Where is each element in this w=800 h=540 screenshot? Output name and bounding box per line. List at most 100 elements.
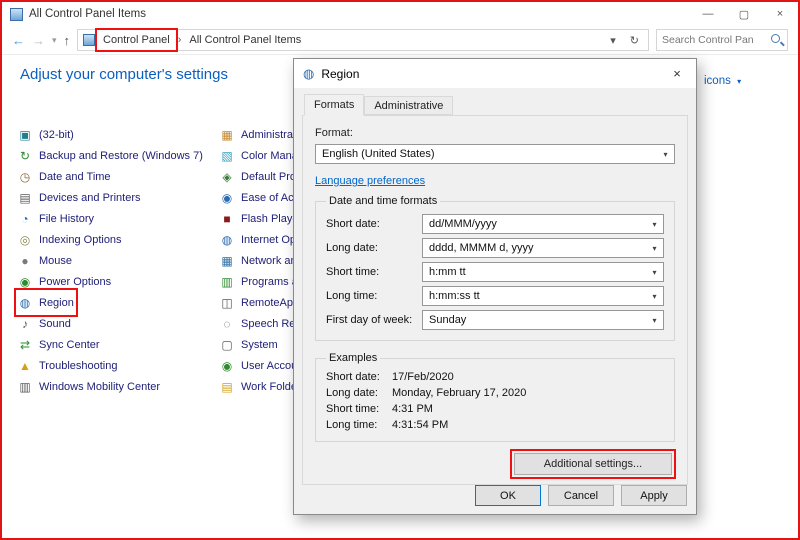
region-dialog-icon: ◍ xyxy=(303,67,314,80)
breadcrumb-current[interactable]: All Control Panel Items xyxy=(187,34,303,46)
window-titlebar: All Control Panel Items — ▢ × xyxy=(2,2,798,26)
item-sound[interactable]: ♪ Sound xyxy=(18,313,71,334)
item-label: Administrati xyxy=(241,129,298,141)
troubleshooting-icon: ▲ xyxy=(18,360,32,372)
control-panel-icon xyxy=(83,34,95,46)
ok-button[interactable]: OK xyxy=(475,485,541,506)
language-preferences-link[interactable]: Language preferences xyxy=(315,175,425,187)
short-time-label: Short time: xyxy=(326,266,422,278)
first-day-label: First day of week: xyxy=(326,314,422,326)
item-programs-features[interactable]: ▥ Programs an xyxy=(220,271,304,292)
item-administrative-tools[interactable]: ▦ Administrati xyxy=(220,124,298,145)
combobox-value: dd/MMM/yyyy xyxy=(423,218,646,230)
item-backup-restore[interactable]: ↻ Backup and Restore (Windows 7) xyxy=(18,145,203,166)
search-icon[interactable] xyxy=(769,32,785,48)
format-label: Format: xyxy=(315,127,675,139)
view-by-control[interactable]: icons ▾ xyxy=(704,75,741,87)
item-user-accounts[interactable]: ◉ User Accou xyxy=(220,355,297,376)
item-work-folders[interactable]: ▤ Work Folder xyxy=(220,376,301,397)
item-label: RemoteApp xyxy=(241,297,299,309)
item-label: File History xyxy=(39,213,94,225)
breadcrumb-separator: › xyxy=(178,34,182,46)
item-date-time[interactable]: ◷ Date and Time xyxy=(18,166,111,187)
short-time-combobox[interactable]: h:mm tt ▾ xyxy=(422,262,664,282)
item-default-programs[interactable]: ◈ Default Prog xyxy=(220,166,302,187)
examples-group: Examples Short date: 17/Feb/2020 Long da… xyxy=(315,352,675,442)
navigation-bar: ← → ▾ ↑ Control Panel › All Control Pane… xyxy=(2,26,798,55)
item-remoteapp[interactable]: ◫ RemoteApp xyxy=(220,292,299,313)
maximize-button[interactable]: ▢ xyxy=(726,2,762,26)
long-date-combobox[interactable]: dddd, MMMM d, yyyy ▾ xyxy=(422,238,664,258)
control-panel-items-column-1: ▣ (32-bit) ↻ Backup and Restore (Windows… xyxy=(18,124,203,397)
item-label: Sound xyxy=(39,318,71,330)
item-speech-recognition[interactable]: ◌ Speech Rec xyxy=(220,313,301,334)
item-label: Sync Center xyxy=(39,339,100,351)
item-file-history[interactable]: ◔ File History xyxy=(18,208,94,229)
format-combobox[interactable]: English (United States) ▾ xyxy=(315,144,675,164)
item-mouse[interactable]: ● Mouse xyxy=(18,250,72,271)
item-flash-player[interactable]: ■ Flash Player xyxy=(220,208,302,229)
search-input[interactable] xyxy=(657,34,769,46)
long-time-combobox[interactable]: h:mm:ss tt ▾ xyxy=(422,286,664,306)
work-folders-icon: ▤ xyxy=(220,381,234,393)
datetime-group-title: Date and time formats xyxy=(326,195,440,207)
item-sync-center[interactable]: ⇄ Sync Center xyxy=(18,334,100,355)
refresh-button[interactable]: ↻ xyxy=(626,34,643,47)
speech-recognition-icon: ◌ xyxy=(220,318,234,330)
tab-formats[interactable]: Formats xyxy=(304,94,364,116)
up-button[interactable]: ↑ xyxy=(64,34,71,47)
additional-settings-button[interactable]: Additional settings... xyxy=(514,453,672,475)
item-power-options[interactable]: ◉ Power Options xyxy=(18,271,111,292)
item-label: Work Folder xyxy=(241,381,301,393)
dialog-tabs: Formats Administrative xyxy=(304,94,696,115)
first-day-row: First day of week: Sunday ▾ xyxy=(326,310,664,330)
close-button[interactable]: × xyxy=(762,2,798,26)
item-32bit[interactable]: ▣ (32-bit) xyxy=(18,124,74,145)
date-time-icon: ◷ xyxy=(18,171,32,183)
item-label: Speech Rec xyxy=(241,318,301,330)
programs-features-icon: ▥ xyxy=(220,276,234,288)
long-date-row: Long date: dddd, MMMM d, yyyy ▾ xyxy=(326,238,664,258)
search-box[interactable] xyxy=(656,29,788,51)
breadcrumb-root[interactable]: Control Panel xyxy=(101,34,172,46)
example-label: Long date: xyxy=(326,387,392,399)
forward-button[interactable]: → xyxy=(32,34,45,47)
internet-options-icon: ◍ xyxy=(220,234,234,246)
item-windows-mobility[interactable]: ▥ Windows Mobility Center xyxy=(18,376,160,397)
item-devices-printers[interactable]: ▤ Devices and Printers xyxy=(18,187,141,208)
chevron-down-icon: ▾ xyxy=(646,292,663,301)
example-label: Short time: xyxy=(326,403,392,415)
back-button[interactable]: ← xyxy=(12,34,25,47)
item-color-management[interactable]: ▧ Color Mana xyxy=(220,145,298,166)
example-long-time: Long time: 4:31:54 PM xyxy=(326,419,664,431)
cancel-button[interactable]: Cancel xyxy=(548,485,614,506)
example-short-date: Short date: 17/Feb/2020 xyxy=(326,371,664,383)
item-label: Devices and Printers xyxy=(39,192,141,204)
dialog-footer: OK Cancel Apply xyxy=(475,485,687,506)
example-value: 4:31 PM xyxy=(392,403,433,415)
dialog-title: Region xyxy=(321,67,658,81)
chevron-down-icon[interactable]: ▾ xyxy=(52,36,57,45)
item-label: Network an xyxy=(241,255,297,267)
power-options-icon: ◉ xyxy=(18,276,32,288)
address-bar[interactable]: Control Panel › All Control Panel Items … xyxy=(77,29,649,51)
apply-button[interactable]: Apply xyxy=(621,485,687,506)
tab-administrative[interactable]: Administrative xyxy=(364,96,453,115)
minimize-button[interactable]: — xyxy=(690,2,726,26)
first-day-combobox[interactable]: Sunday ▾ xyxy=(422,310,664,330)
view-by-label[interactable]: icons xyxy=(704,75,731,87)
example-short-time: Short time: 4:31 PM xyxy=(326,403,664,415)
item-indexing-options[interactable]: ◎ Indexing Options xyxy=(18,229,122,250)
short-date-label: Short date: xyxy=(326,218,422,230)
address-dropdown-button[interactable]: ▾ xyxy=(606,34,620,47)
item-internet-options[interactable]: ◍ Internet Opt xyxy=(220,229,299,250)
item-system[interactable]: ▢ System xyxy=(220,334,278,355)
item-region[interactable]: ◍ Region xyxy=(18,292,74,313)
item-network-sharing[interactable]: ▦ Network an xyxy=(220,250,297,271)
long-time-row: Long time: h:mm:ss tt ▾ xyxy=(326,286,664,306)
user-accounts-icon: ◉ xyxy=(220,360,234,372)
dialog-close-button[interactable]: × xyxy=(658,59,696,88)
short-date-combobox[interactable]: dd/MMM/yyyy ▾ xyxy=(422,214,664,234)
item-troubleshooting[interactable]: ▲ Troubleshooting xyxy=(18,355,117,376)
datetime-formats-group: Date and time formats Short date: dd/MMM… xyxy=(315,195,675,341)
